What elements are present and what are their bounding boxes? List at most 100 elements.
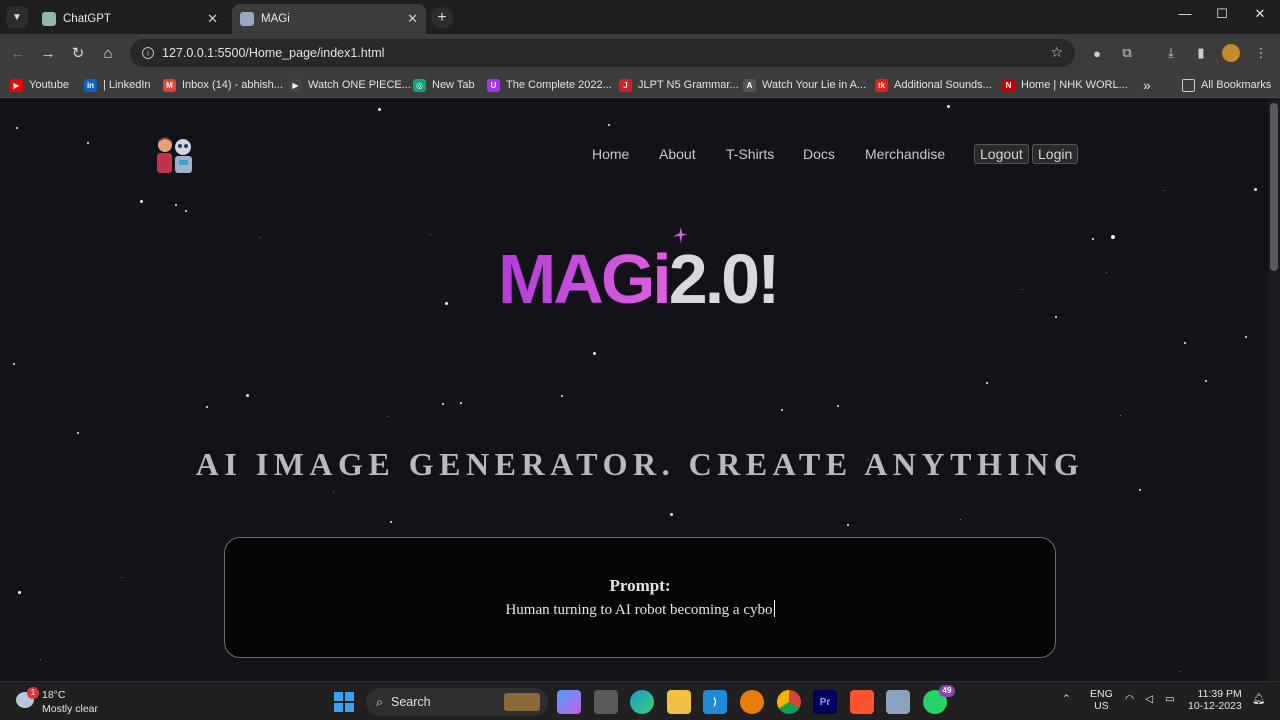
clock[interactable]: 11:39 PM 10-12-2023 bbox=[1188, 688, 1242, 712]
side-panel-icon[interactable]: ▮ bbox=[1192, 44, 1210, 62]
close-window-icon[interactable]: ✕ bbox=[1242, 6, 1278, 22]
bookmark-gmail[interactable]: M Inbox (14) - abhish... bbox=[163, 77, 283, 93]
star-dot bbox=[593, 352, 596, 355]
wifi-icon[interactable]: ◠ bbox=[1125, 693, 1134, 705]
downloads-icon[interactable]: ⤓ bbox=[1162, 44, 1180, 62]
star-dot bbox=[140, 200, 143, 203]
app-icon[interactable] bbox=[886, 690, 910, 714]
star-dot bbox=[390, 521, 392, 523]
search-highlight-icon bbox=[504, 693, 540, 711]
taskbar: 1 18°C Mostly clear ⌕ Search ⟩ Pr 49 ⌃ E… bbox=[0, 681, 1280, 720]
task-view-icon[interactable] bbox=[594, 690, 618, 714]
profile-avatar-icon[interactable] bbox=[1222, 44, 1240, 62]
close-tab-icon[interactable]: ✕ bbox=[207, 11, 218, 27]
bookmark-udemy[interactable]: U The Complete 2022... bbox=[487, 77, 612, 93]
bookmark-additional-sounds[interactable]: tk Additional Sounds... bbox=[875, 77, 992, 93]
star-dot bbox=[175, 204, 177, 206]
menu-kebab-icon[interactable]: ⋮ bbox=[1252, 44, 1270, 62]
folder-icon bbox=[1182, 78, 1195, 92]
star-dot bbox=[947, 105, 950, 108]
prompt-text[interactable]: Human turning to AI robot becoming a cyb… bbox=[505, 602, 772, 618]
star-dot bbox=[781, 409, 783, 411]
maximize-icon[interactable]: ☐ bbox=[1204, 6, 1240, 22]
new-tab-button[interactable]: + bbox=[431, 7, 453, 29]
star-dot bbox=[77, 432, 79, 434]
search-label: Search bbox=[391, 695, 431, 709]
bookmark-new-tab[interactable]: ◎ New Tab bbox=[413, 77, 475, 93]
site-logo[interactable] bbox=[154, 133, 196, 175]
url-text[interactable]: 127.0.0.1:5500/Home_page/index1.html bbox=[162, 46, 384, 60]
bookmarks-bar: ▶ Youtube in | LinkedIn M Inbox (14) - a… bbox=[0, 72, 1280, 98]
scrollbar-thumb[interactable] bbox=[1270, 103, 1278, 271]
nhk-icon: N bbox=[1002, 78, 1015, 92]
edge-icon[interactable] bbox=[630, 690, 654, 714]
bookmark-nhk[interactable]: N Home | NHK WORL... bbox=[1002, 77, 1128, 93]
language-indicator[interactable]: ENG US bbox=[1090, 688, 1113, 712]
whatsapp-icon[interactable]: 49 bbox=[923, 685, 955, 714]
bookmarks-overflow-icon[interactable]: » bbox=[1143, 77, 1151, 93]
premiere-icon[interactable]: Pr bbox=[813, 690, 837, 714]
star-dot bbox=[1120, 415, 1121, 416]
star-dot bbox=[1022, 289, 1023, 290]
star-dot bbox=[1106, 272, 1107, 273]
extensions-puzzle-icon[interactable]: ⧉ bbox=[1118, 44, 1136, 62]
all-bookmarks[interactable]: All Bookmarks bbox=[1182, 77, 1271, 93]
page-viewport: Home About T-Shirts Docs Merchandise Log… bbox=[0, 99, 1280, 681]
star-dot bbox=[960, 519, 961, 520]
extension-icon[interactable]: ● bbox=[1088, 44, 1106, 62]
site-info-icon[interactable]: i bbox=[142, 47, 154, 59]
nav-tshirts[interactable]: T-Shirts bbox=[726, 146, 774, 162]
blender-icon[interactable] bbox=[740, 690, 764, 714]
nav-merchandise[interactable]: Merchandise bbox=[865, 146, 945, 162]
file-explorer-icon[interactable] bbox=[667, 690, 691, 714]
anime-icon: A bbox=[743, 78, 756, 92]
nav-about[interactable]: About bbox=[659, 146, 696, 162]
windows-start-icon[interactable] bbox=[332, 690, 356, 714]
bookmark-star-icon[interactable]: ☆ bbox=[1050, 44, 1063, 61]
bookmark-jlpt[interactable]: J JLPT N5 Grammar... bbox=[619, 77, 739, 93]
prompt-panel: Prompt: Human turning to AI robot becomi… bbox=[224, 537, 1056, 658]
text-caret bbox=[773, 600, 775, 617]
tab-search-icon[interactable]: ▼ bbox=[6, 6, 28, 28]
taskbar-search[interactable]: ⌕ Search bbox=[366, 688, 548, 716]
browser-tab-strip: ▼ ChatGPT ✕ MAGi ✕ + — ☐ ✕ bbox=[0, 0, 1280, 34]
forward-icon[interactable]: → bbox=[37, 42, 59, 64]
page-scrollbar[interactable] bbox=[1268, 99, 1280, 681]
clock-date: 10-12-2023 bbox=[1188, 700, 1242, 712]
volume-icon[interactable]: ◁ bbox=[1145, 693, 1153, 705]
chrome-icon[interactable] bbox=[777, 690, 801, 714]
star-dot bbox=[1111, 235, 1115, 239]
prompt-input[interactable]: Human turning to AI robot becoming a cyb… bbox=[225, 600, 1055, 619]
star-dot bbox=[1254, 188, 1257, 191]
battery-icon[interactable]: ▭ bbox=[1165, 693, 1175, 705]
star-dot bbox=[1205, 380, 1207, 382]
star-dot bbox=[1180, 671, 1181, 672]
star-dot bbox=[16, 127, 18, 129]
nav-home[interactable]: Home bbox=[592, 146, 629, 162]
tab-chatgpt[interactable]: ChatGPT ✕ bbox=[34, 4, 226, 34]
back-icon[interactable]: ← bbox=[7, 42, 29, 64]
star-dot bbox=[333, 491, 334, 492]
tab-magi[interactable]: MAGi ✕ bbox=[232, 4, 426, 34]
login-button[interactable]: Login bbox=[1032, 144, 1079, 164]
address-bar[interactable]: i 127.0.0.1:5500/Home_page/index1.html ☆ bbox=[130, 39, 1075, 67]
bookmark-youtube[interactable]: ▶ Youtube bbox=[10, 77, 69, 93]
logout-button[interactable]: Logout bbox=[974, 144, 1029, 164]
notification-bell-icon[interactable]: 🔔︎ bbox=[1252, 692, 1265, 705]
bookmark-your-lie[interactable]: A Watch Your Lie in A... bbox=[743, 77, 866, 93]
reload-icon[interactable]: ↻ bbox=[67, 42, 89, 64]
chatgpt-icon bbox=[42, 12, 56, 26]
bookmark-label: Youtube bbox=[29, 79, 69, 91]
tray-overflow-icon[interactable]: ⌃ bbox=[1062, 693, 1071, 705]
minimize-icon[interactable]: — bbox=[1167, 6, 1203, 21]
nav-docs[interactable]: Docs bbox=[803, 146, 835, 162]
bookmark-linkedin[interactable]: in | LinkedIn bbox=[84, 77, 151, 93]
vscode-icon[interactable]: ⟩ bbox=[703, 690, 727, 714]
copilot-icon[interactable] bbox=[557, 690, 581, 714]
close-tab-icon[interactable]: ✕ bbox=[407, 11, 418, 27]
bookmark-one-piece[interactable]: ▶ Watch ONE PIECE... bbox=[289, 77, 411, 93]
brave-icon[interactable] bbox=[850, 690, 874, 714]
star-dot bbox=[430, 234, 431, 235]
home-icon[interactable]: ⌂ bbox=[97, 42, 119, 64]
all-bookmarks-label: All Bookmarks bbox=[1201, 79, 1272, 91]
